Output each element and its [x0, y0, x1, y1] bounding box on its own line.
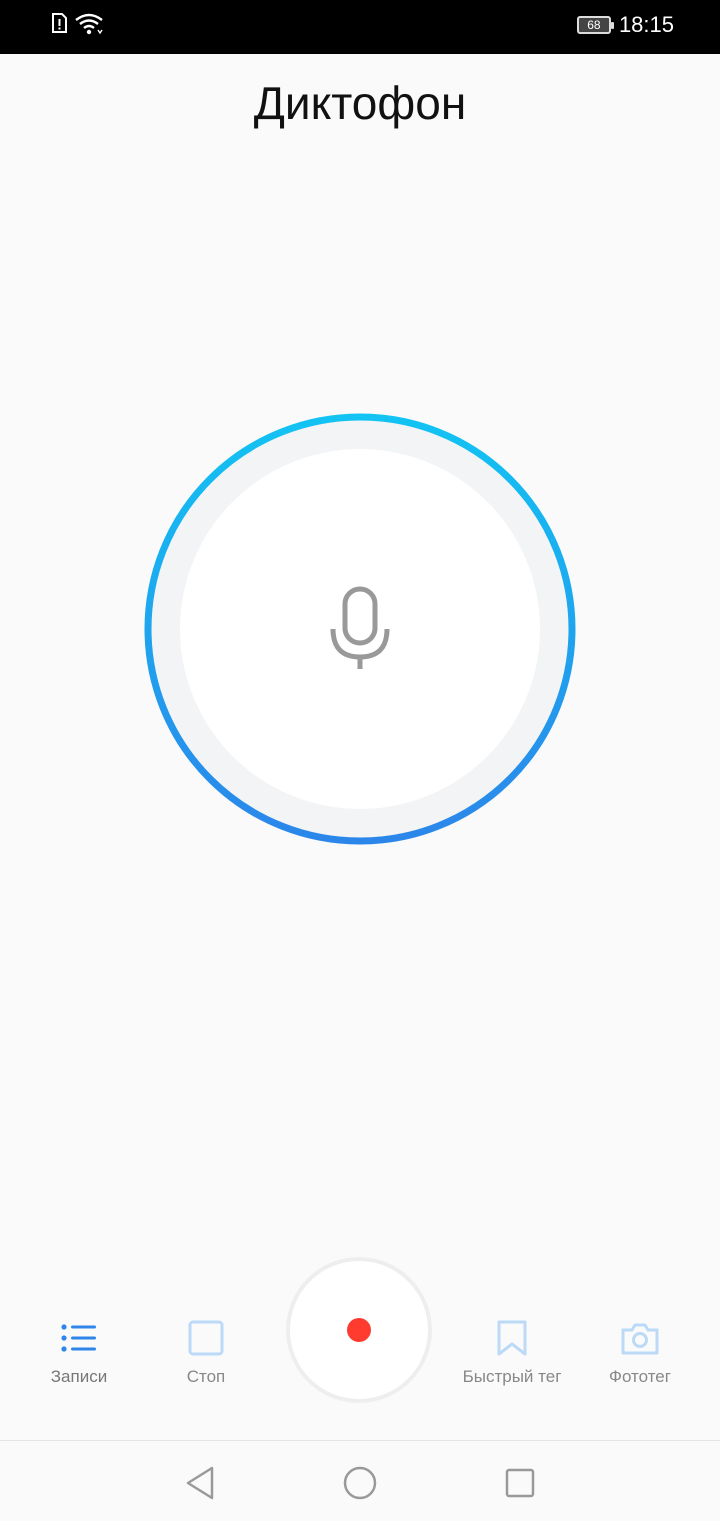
- recents-icon[interactable]: [500, 1463, 540, 1503]
- recorder-visualizer: [144, 413, 576, 845]
- system-navigation-bar: [0, 1440, 720, 1521]
- status-right: 68 18:15: [576, 12, 674, 38]
- status-bar: 68 18:15: [0, 0, 720, 54]
- list-icon: [61, 1324, 96, 1352]
- back-icon[interactable]: [180, 1463, 220, 1503]
- inner-disc: [180, 449, 540, 809]
- stop-button[interactable]: Стоп: [136, 1320, 276, 1387]
- quick-tag-button[interactable]: Быстрый тег: [442, 1320, 582, 1387]
- record-button[interactable]: [286, 1257, 432, 1403]
- stop-icon: [188, 1320, 224, 1356]
- quick-tag-label: Быстрый тег: [462, 1367, 562, 1386]
- record-dot-icon: [347, 1318, 371, 1342]
- photo-tag-button[interactable]: Фототег: [570, 1320, 710, 1387]
- status-clock: 18:15: [618, 12, 674, 37]
- battery-level: 68: [587, 18, 601, 32]
- wifi-icon: [75, 13, 103, 35]
- records-label: Записи: [50, 1367, 108, 1386]
- home-icon[interactable]: [340, 1463, 380, 1503]
- status-left: [50, 12, 104, 36]
- sim-alert-icon: [52, 13, 67, 33]
- bookmark-icon: [497, 1320, 527, 1356]
- camera-icon: [621, 1323, 659, 1355]
- stop-label: Стоп: [186, 1367, 226, 1386]
- battery-icon: 68: [576, 16, 614, 34]
- photo-tag-label: Фототег: [609, 1367, 671, 1386]
- page-title: Диктофон: [253, 77, 467, 129]
- records-button[interactable]: Записи: [9, 1320, 149, 1387]
